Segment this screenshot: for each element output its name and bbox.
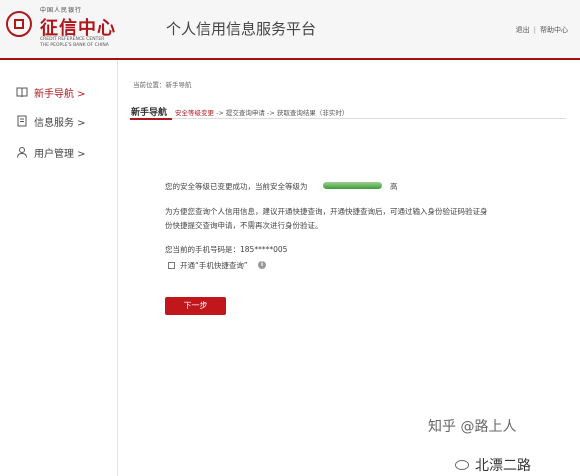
section-title: 新手导航	[131, 108, 168, 118]
logo-org-text: 中国人民银行	[40, 7, 83, 14]
security-level-value: 高	[390, 182, 398, 191]
header-bar: 中国人民银行 征信中心 CREDIT REFERENCE CENTER THE …	[0, 0, 580, 60]
security-level-message: 您的安全等级已变更成功，当前安全等级为	[165, 182, 308, 191]
breadcrumb: 当前位置：新手导航	[133, 81, 192, 89]
help-center-link[interactable]: 帮助中心	[540, 26, 568, 34]
platform-title: 个人信用信息服务平台	[166, 20, 317, 38]
title-divider	[130, 118, 566, 119]
sidebar-item-label: 新手导航 >	[34, 88, 86, 100]
step-progress: 安全等级变更 -> 提交查询申请 -> 获取查询结果（非实时）	[175, 107, 348, 117]
wechat-icon	[455, 460, 469, 470]
remaining-steps: -> 提交查询申请 -> 获取查询结果（非实时）	[214, 109, 349, 117]
logo-seal-icon	[6, 11, 32, 37]
watermark-line1: 知乎 @路上人	[428, 419, 517, 435]
explanation-line1: 为方便您查询个人信用信息，建议开通快捷查询，开通快捷查询后，可通过输入身份验证码…	[165, 207, 488, 216]
sidebar-item-label: 用户管理 >	[34, 148, 86, 160]
quick-query-checkbox-label[interactable]: 开通“手机快捷查询”	[180, 260, 248, 271]
explanation-line2: 份快捷提交查询申请，不需再次进行身份验证。	[165, 221, 323, 230]
sidebar-item-beginner-guide[interactable]: 新手导航 >	[16, 84, 86, 100]
next-step-button[interactable]: 下一步	[165, 297, 226, 315]
sidebar-item-info-service[interactable]: 信息服务 >	[16, 113, 86, 129]
watermark-line2: 北漂二路	[475, 458, 531, 474]
book-icon	[16, 87, 28, 98]
top-links: 退出 | 帮助中心	[516, 25, 568, 35]
security-level-bar	[323, 182, 382, 189]
current-step: 安全等级变更	[175, 109, 214, 117]
sidebar-item-label: 信息服务 >	[34, 117, 86, 129]
user-icon	[17, 147, 27, 158]
info-icon[interactable]: i	[258, 261, 266, 269]
logo-english-line1: CREDIT REFERENCE CENTER	[40, 37, 105, 42]
link-separator: |	[533, 26, 536, 34]
phone-number-text: 您当前的手机号码是：185*****005	[165, 245, 288, 254]
logout-link[interactable]: 退出	[516, 26, 530, 34]
quick-query-checkbox[interactable]	[168, 262, 175, 269]
document-icon	[17, 115, 27, 127]
sidebar-item-user-management[interactable]: 用户管理 >	[16, 144, 86, 160]
logo-english-line2: THE PEOPLE'S BANK OF CHINA	[40, 43, 109, 48]
title-divider-accent	[130, 118, 172, 120]
